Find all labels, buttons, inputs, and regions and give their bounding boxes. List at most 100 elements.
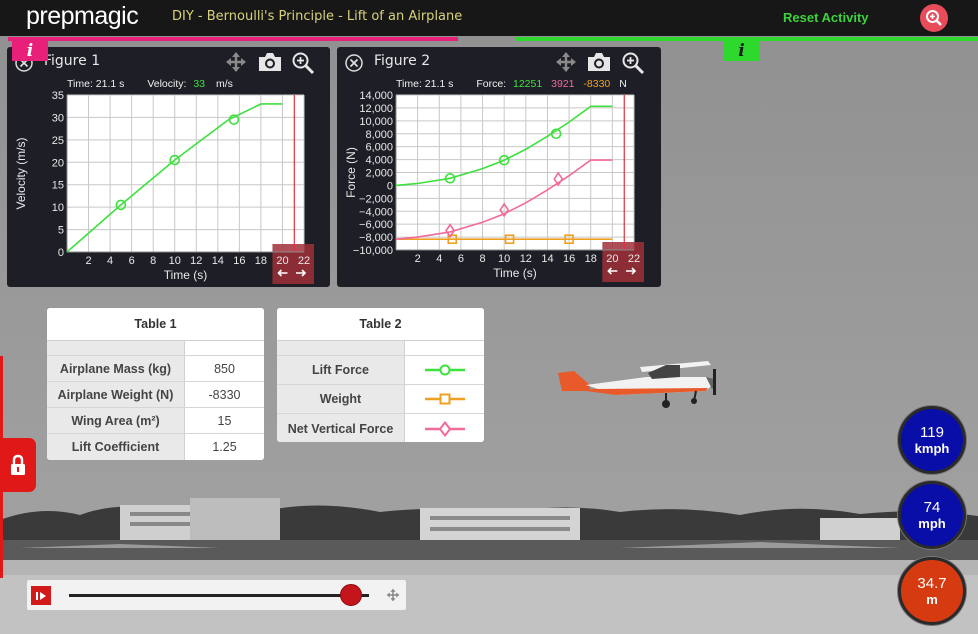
camera-icon[interactable] [257,51,283,73]
timeline-slider-thumb[interactable] [340,584,362,606]
velocity-unit: m/s [215,78,233,90]
table-row [277,341,484,356]
figure1-info-button[interactable]: i [12,41,48,61]
y-tick-label: 0 [58,247,64,259]
x-tick-label: 12 [190,255,202,267]
x-tick-label: 18 [585,253,597,265]
table2-title: Table 2 [277,308,484,341]
circle-marker-icon [424,364,465,376]
y-tick-label: 30 [52,112,64,124]
force-unit: N [619,78,627,90]
figure2-panel: 2 4 6 8 10 12 14 16 18 20 22 −10,000 −8,000 −6,000 −4,… [337,47,661,287]
prepmagic-logo: prepmagic [26,2,139,30]
figure2-header: Figure 2 [337,47,661,77]
table-row: Wing Area (m²) 15 [47,408,264,434]
figure1-readout: Time: 21.1 s Velocity: 33 m/s [67,78,239,90]
table-row [47,341,264,356]
move-icon[interactable] [555,51,577,73]
speed-mph-unit: mph [918,515,946,531]
figure2-title: Figure 2 [374,53,431,69]
y-tick-label: 25 [52,135,64,147]
activity-title: DIY - Bernoulli's Principle - Lift of an… [172,9,463,24]
x-tick-label: 22 [628,253,640,265]
x-tick-label: 10 [498,253,510,265]
legend-row-lift: Lift Force [277,356,484,385]
table1: Table 1 Airplane Mass (kg) 850 Airplane … [47,308,264,460]
x-tick-label: 22 [298,255,310,267]
lift-force-value: 12251 [513,78,543,90]
y-tick-label: 8,000 [365,129,393,141]
y-tick-label: 14,000 [359,90,393,102]
playback-bar [27,580,406,610]
x-tick-label: 2 [415,253,421,265]
wing-area-value: 15 [185,408,264,433]
wing-area-label: Wing Area (m²) [47,408,185,433]
lock-icon [11,454,25,475]
x-tick-label: 14 [541,253,553,265]
x-tick-label: 6 [458,253,464,265]
play-button[interactable] [31,586,51,605]
weight-value: -8330 [583,78,611,90]
figure1-panel: 2 4 6 8 10 12 14 16 18 20 22 0 5 10 15 20 25 30 35 Time (s)… [7,47,330,287]
speed-kmph-unit: kmph [914,440,950,456]
y-tick-label: −2,000 [359,193,393,205]
x-axis-label: Time (s) [164,268,208,282]
close-icon[interactable] [345,54,363,72]
camera-icon[interactable] [586,51,612,73]
figure1-accent-bar [8,37,458,41]
distance-value: 34.7 [917,574,947,592]
force-label: Force: [476,78,507,90]
figure2-info-button[interactable]: i [723,41,760,61]
table-row: Airplane Mass (kg) 850 [47,356,264,382]
zoom-in-icon[interactable] [621,51,645,75]
move-icon[interactable] [386,588,400,602]
airplane-mass-value: 850 [185,356,264,381]
x-tick-label: 10 [169,255,181,267]
y-tick-label: 0 [387,180,393,192]
zoom-in-icon [926,10,942,26]
time-readout: Time: 21.1 s [67,78,125,90]
table1-title: Table 1 [47,308,264,341]
plot-area [67,95,304,252]
zoom-button[interactable] [920,4,948,32]
timeline-slider[interactable] [69,594,369,597]
x-tick-label: 4 [436,253,442,265]
weight-legend-label: Weight [277,385,405,413]
move-icon[interactable] [225,51,247,73]
x-tick-label: 14 [212,255,224,267]
y-tick-label: 5 [58,225,64,237]
velocity-value: 33 [193,78,206,90]
y-tick-label: −4,000 [359,206,393,218]
x-tick-label: 20 [606,253,618,265]
y-axis-label: Velocity (m/s) [14,137,28,209]
x-tick-label: 20 [276,255,288,267]
distance-unit: m [926,591,938,607]
reset-activity-button[interactable]: Reset Activity [783,10,869,25]
diamond-marker-icon [424,420,465,437]
zoom-in-icon[interactable] [291,51,315,75]
y-tick-label: 4,000 [365,155,393,167]
y-tick-label: 10,000 [359,116,393,128]
airplane-mass-label: Airplane Mass (kg) [47,356,185,381]
figure1-header: Figure 1 [7,47,330,77]
y-tick-label: 15 [52,180,64,192]
speed-kmph-value: 119 [920,423,944,441]
airplane-weight-value: -8330 [185,382,264,407]
x-tick-label: 16 [233,255,245,267]
table-row: Lift Coefficient 1.25 [47,434,264,460]
speed-kmph-gauge: 119 kmph [898,406,966,474]
legend-row-net-force: Net Vertical Force [277,414,484,442]
x-tick-label: 18 [255,255,267,267]
table2-legend: Table 2 Lift Force Weight Net Vertical F… [277,308,484,442]
distance-gauge: 34.7 m [898,557,966,625]
y-tick-label: 2,000 [365,168,393,180]
x-tick-label: 8 [479,253,485,265]
x-tick-label: 16 [563,253,575,265]
legend-row-weight: Weight [277,385,484,414]
y-tick-label: 35 [52,90,64,102]
lock-button[interactable] [0,438,36,492]
net-force-legend-label: Net Vertical Force [277,414,405,442]
x-tick-label: 8 [150,255,156,267]
x-tick-label: 4 [107,255,113,267]
net-force-value: 3921 [551,78,575,90]
